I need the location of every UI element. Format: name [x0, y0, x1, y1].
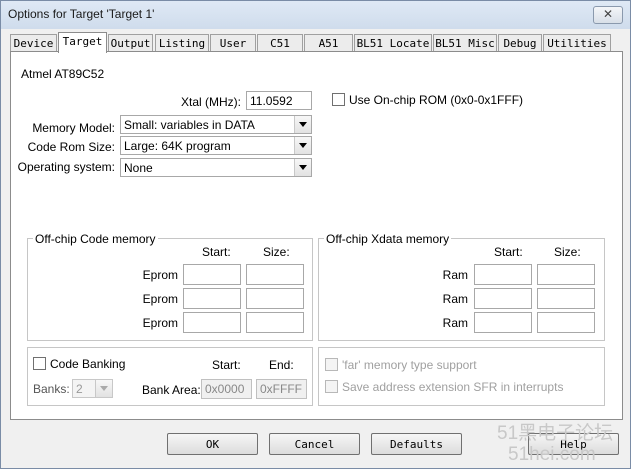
- defaults-button[interactable]: Defaults: [371, 433, 462, 455]
- memory-model-select[interactable]: Small: variables in DATA: [120, 115, 312, 134]
- xtal-input[interactable]: 11.0592: [246, 91, 312, 110]
- ram-start-input[interactable]: [474, 312, 532, 333]
- watermark-text: 51黑电子论坛: [497, 423, 614, 444]
- tab-bl51-misc[interactable]: BL51 Misc: [433, 34, 497, 52]
- memory-model-label: Memory Model:: [32, 121, 115, 135]
- eprom-size-input[interactable]: [246, 312, 304, 333]
- close-icon: ✕: [602, 7, 614, 21]
- far-memory-label: 'far' memory type support: [342, 358, 477, 372]
- close-button[interactable]: ✕: [593, 6, 623, 24]
- ram-label: Ram: [442, 292, 468, 306]
- offchip-code-size-header: Size:: [263, 245, 290, 259]
- code-rom-size-label: Code Rom Size:: [27, 140, 115, 154]
- banks-select[interactable]: 2: [72, 379, 113, 398]
- options-dialog: Options for Target 'Target 1' ✕ Device T…: [0, 0, 631, 469]
- code-rom-size-value: Large: 64K program: [124, 139, 231, 153]
- operating-system-select[interactable]: None: [120, 158, 312, 177]
- offchip-code-start-header: Start:: [202, 245, 231, 259]
- eprom-start-input[interactable]: [183, 312, 241, 333]
- cancel-button[interactable]: Cancel: [269, 433, 360, 455]
- watermark-url: 51hei.com: [508, 444, 596, 465]
- code-banking-end-header: End:: [269, 358, 294, 372]
- onchip-rom-label: Use On-chip ROM (0x0-0x1FFF): [349, 93, 524, 107]
- ram-start-input[interactable]: [474, 288, 532, 309]
- save-sfr-checkbox[interactable]: [325, 380, 338, 393]
- far-memory-group: [318, 347, 605, 406]
- ram-start-input[interactable]: [474, 264, 532, 285]
- operating-system-value: None: [124, 161, 153, 175]
- tab-utilities[interactable]: Utilities: [543, 34, 611, 52]
- bank-area-label: Bank Area:: [142, 383, 201, 397]
- bank-area-end-input[interactable]: 0xFFFF: [256, 379, 307, 399]
- ram-label: Ram: [442, 268, 468, 282]
- eprom-label: Eprom: [142, 292, 178, 306]
- offchip-code-title: Off-chip Code memory: [33, 232, 158, 246]
- chevron-down-icon: [294, 159, 311, 176]
- ram-label: Ram: [442, 316, 468, 330]
- tab-device[interactable]: Device: [10, 34, 57, 52]
- operating-system-label: Operating system:: [17, 160, 115, 174]
- eprom-label: Eprom: [142, 268, 178, 282]
- eprom-size-input[interactable]: [246, 288, 304, 309]
- ram-size-input[interactable]: [537, 264, 595, 285]
- ram-size-input[interactable]: [537, 312, 595, 333]
- eprom-label: Eprom: [142, 316, 178, 330]
- offchip-xdata-title: Off-chip Xdata memory: [324, 232, 452, 246]
- offchip-xdata-size-header: Size:: [554, 245, 581, 259]
- tab-listing[interactable]: Listing: [155, 34, 209, 52]
- banks-label: Banks:: [33, 382, 70, 396]
- tab-user[interactable]: User: [210, 34, 256, 52]
- tab-output[interactable]: Output: [108, 34, 153, 52]
- tab-target[interactable]: Target: [58, 32, 107, 53]
- code-banking-start-header: Start:: [212, 358, 241, 372]
- code-banking-label: Code Banking: [50, 357, 126, 371]
- chevron-down-icon: [95, 380, 112, 397]
- xtal-label: Xtal (MHz):: [181, 95, 241, 109]
- chevron-down-icon: [294, 137, 311, 154]
- far-memory-checkbox[interactable]: [325, 358, 338, 371]
- tab-a51[interactable]: A51: [304, 34, 353, 52]
- banks-value: 2: [76, 382, 83, 396]
- code-rom-size-select[interactable]: Large: 64K program: [120, 136, 312, 155]
- bank-area-start-input[interactable]: 0x0000: [201, 379, 252, 399]
- code-banking-checkbox[interactable]: [33, 357, 46, 370]
- eprom-size-input[interactable]: [246, 264, 304, 285]
- eprom-start-input[interactable]: [183, 264, 241, 285]
- save-sfr-label: Save address extension SFR in interrupts: [342, 380, 564, 394]
- eprom-start-input[interactable]: [183, 288, 241, 309]
- device-name: Atmel AT89C52: [21, 67, 105, 81]
- tab-c51[interactable]: C51: [257, 34, 303, 52]
- target-tab-panel: Atmel AT89C52 Xtal (MHz): 11.0592 Use On…: [10, 51, 623, 420]
- onchip-rom-checkbox[interactable]: [332, 93, 345, 106]
- window-title: Options for Target 'Target 1': [8, 7, 155, 21]
- chevron-down-icon: [294, 116, 311, 133]
- ok-button[interactable]: OK: [167, 433, 258, 455]
- memory-model-value: Small: variables in DATA: [124, 118, 255, 132]
- tab-debug[interactable]: Debug: [498, 34, 542, 52]
- offchip-xdata-start-header: Start:: [494, 245, 523, 259]
- title-bar: Options for Target 'Target 1' ✕: [1, 1, 630, 29]
- ram-size-input[interactable]: [537, 288, 595, 309]
- tab-bl51-locate[interactable]: BL51 Locate: [354, 34, 432, 52]
